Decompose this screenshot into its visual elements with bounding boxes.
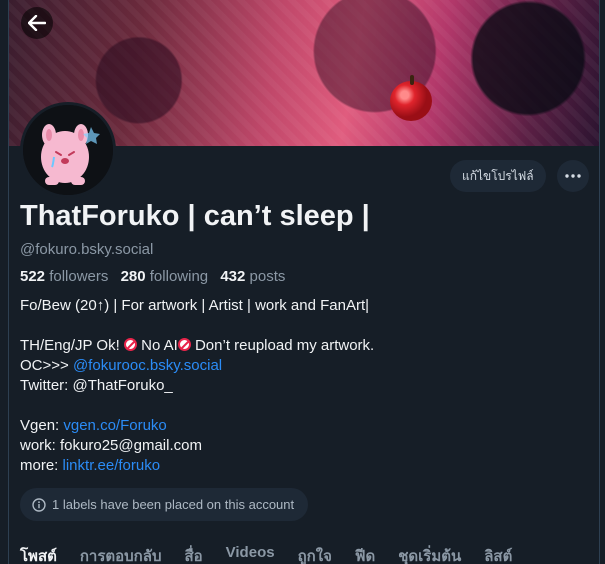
back-button[interactable] <box>21 7 53 39</box>
following-count: 280 <box>120 268 146 285</box>
posts-stat: 432 posts <box>220 268 285 285</box>
bio-text: Don’t reupload my artwork. <box>194 337 375 354</box>
bio-text: No AI <box>141 337 178 354</box>
followers-count: 522 <box>20 268 46 285</box>
info-circle-icon <box>32 497 46 512</box>
tab-likes[interactable]: ถูกใจ <box>287 540 332 564</box>
tab-videos[interactable]: Videos <box>215 540 275 564</box>
bio-text: Vgen: <box>20 417 64 434</box>
tab-lists[interactable]: ลิสต์ <box>473 540 512 564</box>
arrow-left-icon <box>28 15 46 31</box>
bio-line: Twitter: @ThatForuko_ <box>20 377 173 394</box>
profile-stats: 522 followers 280 following 432 posts <box>20 268 285 285</box>
oc-account-link[interactable]: @fokurooc.bsky.social <box>73 357 222 374</box>
followers-label: followers <box>49 268 109 285</box>
following-link[interactable]: 280 following <box>121 268 209 285</box>
profile-bio: Fo/Bew (20↑) | For artwork | Artist | wo… <box>20 296 590 476</box>
bio-line: TH/Eng/JP Ok! No AI Don’t reupload my ar… <box>20 336 590 356</box>
tab-starter-packs[interactable]: ชุดเริ่มต้น <box>387 540 461 564</box>
display-name: ThatForuko | can’t sleep | <box>20 200 370 232</box>
bio-text: TH/Eng/JP Ok! <box>20 337 124 354</box>
posts-label: posts <box>249 268 286 285</box>
bio-line: Fo/Bew (20↑) | For artwork | Artist | wo… <box>20 297 370 314</box>
bio-line: work: fokuro25@gmail.com <box>20 437 202 454</box>
following-label: following <box>149 268 209 285</box>
posts-count: 432 <box>220 268 246 285</box>
labels-notice-text: 1 labels have been placed on this accoun… <box>52 497 295 512</box>
ellipsis-icon <box>565 174 581 178</box>
bio-text: more: <box>20 457 63 474</box>
bio-text: OC>>> <box>20 357 73 374</box>
profile-tabs: โพสต์ การตอบกลับ สื่อ Videos ถูกใจ ฟีด ช… <box>9 540 599 564</box>
avatar[interactable] <box>20 102 116 198</box>
apple-illustration <box>390 75 432 121</box>
profile-handle: @fokuro.bsky.social <box>20 241 154 258</box>
edit-profile-button[interactable]: แก้ไขโปรไฟล์ <box>450 160 546 192</box>
vgen-link[interactable]: vgen.co/Foruko <box>63 417 166 434</box>
avatar-mascot-image <box>23 105 113 195</box>
tab-replies[interactable]: การตอบกลับ <box>69 540 162 564</box>
more-options-button[interactable] <box>557 160 589 192</box>
profile-page: แก้ไขโปรไฟล์ ThatForuko | can’t sleep | … <box>8 0 600 564</box>
apple-stem <box>410 75 414 85</box>
tab-media[interactable]: สื่อ <box>173 540 202 564</box>
linktree-link[interactable]: linktr.ee/foruko <box>63 457 161 474</box>
followers-link[interactable]: 522 followers <box>20 268 108 285</box>
no-entry-icon <box>177 338 191 351</box>
tab-posts[interactable]: โพสต์ <box>9 540 57 564</box>
bio-line: Vgen: vgen.co/Foruko <box>20 416 590 436</box>
tab-feeds[interactable]: ฟีด <box>344 540 375 564</box>
bio-line: OC>>> @fokurooc.bsky.social <box>20 356 590 376</box>
labels-notice-button[interactable]: 1 labels have been placed on this accoun… <box>20 488 309 521</box>
bio-line: more: linktr.ee/foruko <box>20 456 590 476</box>
no-entry-icon <box>123 338 137 351</box>
